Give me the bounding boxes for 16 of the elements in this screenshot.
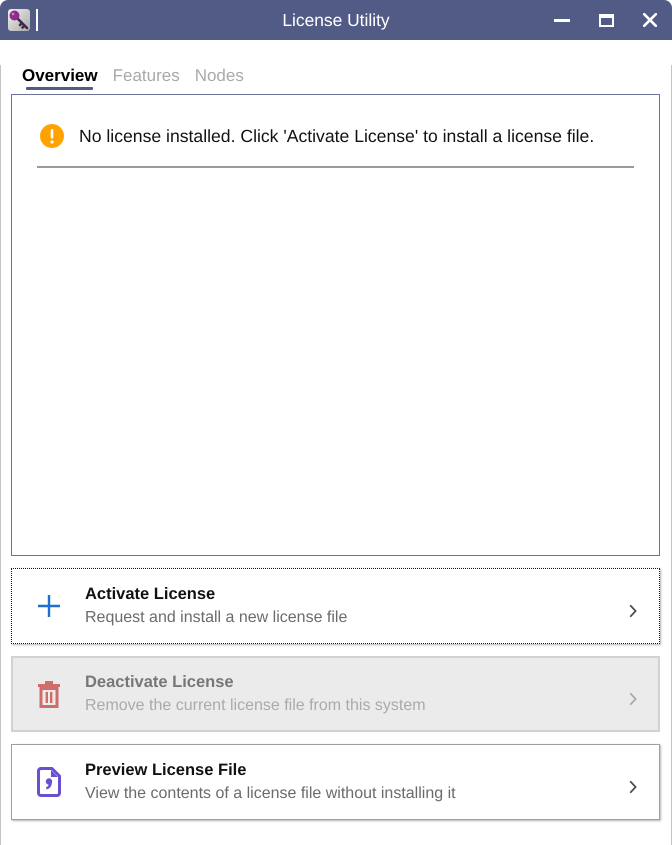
plus-icon bbox=[38, 595, 60, 617]
warning-icon bbox=[40, 124, 64, 148]
status-message: No license installed. Click 'Activate License' to install a license file. bbox=[79, 125, 594, 148]
key-icon bbox=[8, 9, 30, 31]
chevron-icon bbox=[629, 780, 637, 794]
window-title: License Utility bbox=[282, 9, 390, 31]
maximize-icon bbox=[598, 14, 614, 26]
action-button[interactable]: Activate License Request and install a new license file bbox=[11, 568, 660, 644]
tab[interactable]: Overview bbox=[22, 65, 98, 90]
close-icon bbox=[643, 13, 657, 27]
action-button[interactable]: Preview License File View the contents of a license file without installing it bbox=[11, 744, 660, 820]
minimize-icon bbox=[554, 18, 570, 22]
chevron-icon bbox=[629, 692, 637, 706]
chevron-icon bbox=[629, 604, 637, 618]
trash-icon bbox=[38, 680, 60, 708]
document-icon bbox=[37, 767, 61, 797]
